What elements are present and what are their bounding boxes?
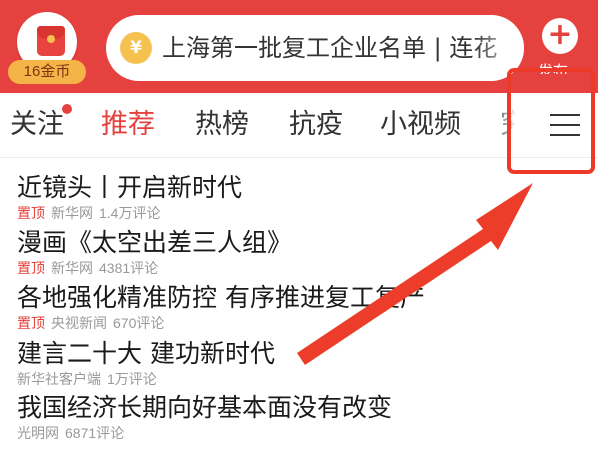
pinned-tag: 置顶 xyxy=(17,205,45,221)
news-item[interactable]: 建言二十大 建功新时代 新华社客户端 1万评论 xyxy=(17,338,275,388)
news-title[interactable]: 各地强化精准防控 有序推进复工复产 xyxy=(17,282,425,314)
news-title[interactable]: 建言二十大 建功新时代 xyxy=(17,338,275,370)
tab-recommend[interactable]: 推荐 xyxy=(101,107,155,143)
news-item[interactable]: 近镜头丨开启新时代 置顶 新华网 1.4万评论 xyxy=(17,172,242,222)
highlight-callout-box xyxy=(507,68,595,174)
news-comments: 6871评论 xyxy=(65,425,125,441)
news-source: 光明网 xyxy=(17,425,59,441)
news-item[interactable]: 各地强化精准防控 有序推进复工复产 置顶 央视新闻 670评论 xyxy=(17,282,425,332)
coin-count-badge: 16金币 xyxy=(8,60,86,84)
news-meta: 置顶 新华网 1.4万评论 xyxy=(17,204,242,222)
news-source: 新华网 xyxy=(51,205,93,221)
news-title[interactable]: 近镜头丨开启新时代 xyxy=(17,172,242,204)
news-title[interactable]: 漫画《太空出差三人组》 xyxy=(17,227,292,259)
tab-short-video[interactable]: 小视频 xyxy=(380,107,461,143)
news-source: 新华网 xyxy=(51,260,93,276)
news-comments: 670评论 xyxy=(113,315,165,331)
tab-hot-list[interactable]: 热榜 xyxy=(195,107,249,143)
news-meta: 光明网 6871评论 xyxy=(17,424,392,442)
search-bar[interactable]: ¥ 上海第一批复工企业名单 | 连花 xyxy=(106,15,524,81)
arrow-shape xyxy=(297,183,533,365)
tab-follow[interactable]: 关注 xyxy=(10,107,64,143)
news-comments: 4381评论 xyxy=(99,260,159,276)
news-comments: 1.4万评论 xyxy=(99,205,161,221)
news-item[interactable]: 漫画《太空出差三人组》 置顶 新华网 4381评论 xyxy=(17,227,292,277)
news-item[interactable]: 我国经济长期向好基本面没有改变 光明网 6871评论 xyxy=(17,392,392,442)
yuan-coin-icon: ¥ xyxy=(120,32,152,64)
pinned-tag: 置顶 xyxy=(17,315,45,331)
news-title[interactable]: 我国经济长期向好基本面没有改变 xyxy=(17,392,392,424)
news-source: 新华社客户端 xyxy=(17,371,101,387)
news-meta: 新华社客户端 1万评论 xyxy=(17,370,275,388)
unread-dot xyxy=(62,104,72,114)
news-source: 央视新闻 xyxy=(51,315,107,331)
red-packet-icon xyxy=(37,26,65,56)
pinned-tag: 置顶 xyxy=(17,260,45,276)
tab-anti-epidemic[interactable]: 抗疫 xyxy=(289,107,343,143)
news-meta: 置顶 新华网 4381评论 xyxy=(17,259,292,277)
gold-coin-entry[interactable]: 16金币 xyxy=(8,12,86,86)
news-comments: 1万评论 xyxy=(107,371,157,387)
search-hot-query: 上海第一批复工企业名单 | 连花 xyxy=(162,34,498,62)
news-meta: 置顶 央视新闻 670评论 xyxy=(17,314,425,332)
publish-plus-icon[interactable]: + xyxy=(542,18,578,54)
